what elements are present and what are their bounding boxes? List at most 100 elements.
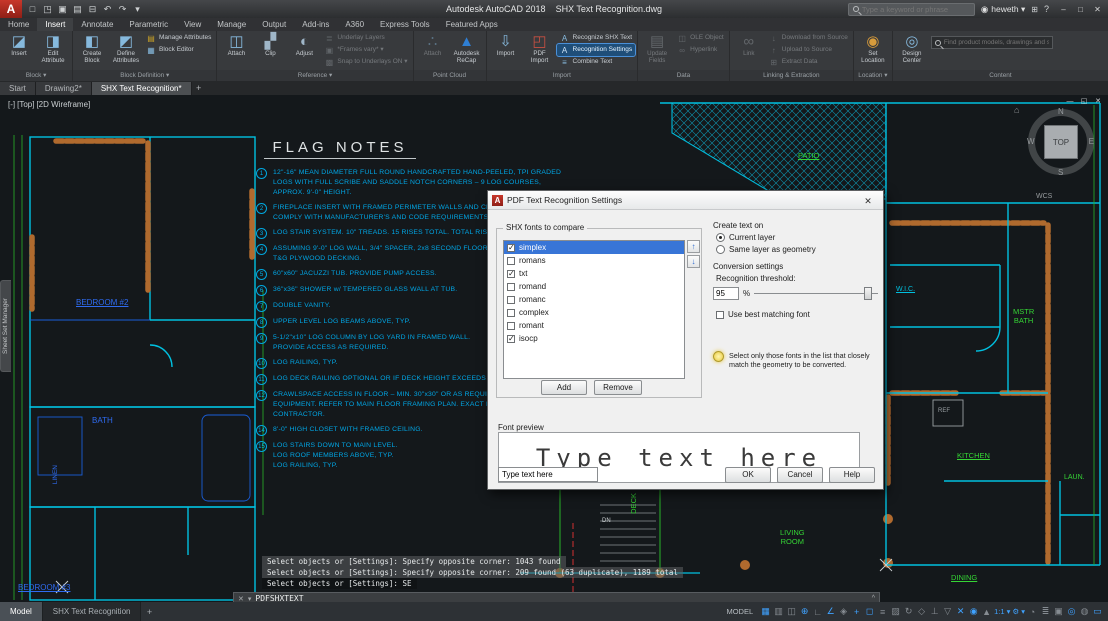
search-input[interactable]	[862, 5, 970, 14]
font-checkbox[interactable]	[507, 309, 515, 317]
frames-setting[interactable]: ▣ *Frames vary* ▾	[321, 44, 410, 56]
app-store-icon[interactable]: ⊞	[1031, 5, 1038, 14]
combine-text[interactable]: ≡ Combine Text	[557, 56, 636, 68]
qnew-icon[interactable]: □	[26, 4, 39, 14]
command-options-icon[interactable]: ▾	[248, 595, 252, 603]
snap-mode-icon[interactable]: ▥	[772, 606, 785, 617]
space-indicator[interactable]: MODEL	[726, 607, 753, 616]
panel-title-block-definition[interactable]: Block Definition ▾	[73, 70, 216, 81]
undo-icon[interactable]: ↶	[101, 4, 114, 15]
help-icon[interactable]: ?	[1044, 4, 1049, 14]
attach-reference[interactable]: ◫ Attach	[219, 32, 253, 70]
underlay-layers[interactable]: ≣ Underlay Layers	[321, 32, 410, 44]
a360-signin[interactable]: ◉ heweth ▾	[981, 4, 1025, 15]
move-down-button[interactable]: ↓	[687, 255, 700, 268]
viewport-visual-style-control[interactable]: [2D Wireframe]	[36, 100, 90, 109]
annotation-scale[interactable]: 1:1 ▾	[993, 607, 1011, 616]
font-list-item[interactable]: romanc	[504, 293, 684, 306]
minimize-drawing-icon[interactable]: —	[1064, 97, 1076, 106]
font-checkbox[interactable]	[507, 322, 515, 330]
link-data[interactable]: ∞ Link	[732, 32, 766, 70]
panel-title-import[interactable]: Import	[487, 70, 638, 81]
create-block[interactable]: ◧ Create Block	[75, 32, 109, 70]
ribbon-tab[interactable]: Home	[0, 18, 37, 31]
viewcube-home-icon[interactable]: ⌂	[1014, 105, 1019, 115]
extract-data[interactable]: ⊞ Extract Data	[766, 56, 851, 68]
font-checkbox[interactable]	[507, 257, 515, 265]
font-list-item[interactable]: romans	[504, 254, 684, 267]
radio-button[interactable]	[716, 233, 725, 242]
command-close-icon[interactable]: ✕	[238, 595, 244, 603]
panel-title-linking[interactable]: Linking & Extraction	[730, 70, 853, 81]
model-space-viewport[interactable]: [-][Top][2D Wireframe] —◱✕ TOP N S W E ⌂…	[0, 95, 1108, 602]
help-search-box[interactable]	[848, 3, 975, 16]
attach-point-cloud[interactable]: ∴ Attach	[416, 32, 450, 70]
best-match-checkbox[interactable]	[716, 311, 724, 319]
update-fields[interactable]: ▤ Update Fields	[640, 32, 674, 70]
font-checkbox[interactable]	[507, 296, 515, 304]
radio-current-layer[interactable]: Current layer	[716, 233, 878, 242]
panel-title-reference[interactable]: Reference ▾	[217, 70, 412, 81]
save-icon[interactable]: ▣	[56, 4, 69, 15]
annotation-visibility-icon[interactable]: ◉	[967, 606, 980, 617]
upload-to-source[interactable]: ↑ Upload to Source	[766, 44, 851, 56]
ribbon-tab[interactable]: Featured Apps	[438, 18, 506, 31]
autoscale-icon[interactable]: ▲	[980, 607, 993, 617]
new-drawing-tab-button[interactable]: +	[192, 82, 206, 95]
slider-handle[interactable]	[864, 287, 872, 300]
isometric-drafting-icon[interactable]: ◈	[837, 606, 850, 617]
ribbon-tab[interactable]: Parametric	[121, 18, 176, 31]
selection-filtering-icon[interactable]: ▽	[941, 606, 954, 617]
panel-title-data[interactable]: Data	[638, 70, 729, 81]
viewcube-east[interactable]: E	[1089, 137, 1094, 146]
layout-tab[interactable]: Model	[0, 602, 43, 621]
file-tab[interactable]: Start	[0, 82, 36, 95]
ribbon-tab[interactable]: View	[176, 18, 209, 31]
redo-icon[interactable]: ↷	[116, 4, 129, 15]
save-as-icon[interactable]: ▤	[71, 4, 84, 15]
sample-text-input[interactable]	[498, 467, 598, 482]
object-snap-tracking-icon[interactable]: +	[850, 607, 863, 617]
recognize-shx-text[interactable]: A Recognize SHX Text	[557, 32, 636, 44]
transparency-icon[interactable]: ▨	[889, 606, 902, 617]
font-list-item[interactable]: simplex	[504, 241, 684, 254]
ribbon-tab[interactable]: Insert	[37, 18, 73, 31]
restore-drawing-icon[interactable]: ◱	[1078, 97, 1090, 106]
download-from-source[interactable]: ↓ Download from Source	[766, 32, 851, 44]
define-attributes[interactable]: ◩ Define Attributes	[109, 32, 143, 70]
ribbon-tab[interactable]: Annotate	[73, 18, 121, 31]
ortho-mode-icon[interactable]: ∟	[811, 607, 824, 617]
font-checkbox[interactable]	[507, 244, 515, 252]
layout-tab[interactable]: SHX Text Recognition	[43, 602, 142, 621]
ribbon-tab[interactable]: Add-ins	[294, 18, 337, 31]
object-snap-icon[interactable]: ◻	[863, 606, 876, 617]
qat-dropdown-icon[interactable]: ▾	[131, 4, 144, 15]
polar-tracking-icon[interactable]: ∠	[824, 606, 837, 617]
autocad-logo[interactable]: A	[0, 0, 22, 18]
font-checkbox[interactable]	[507, 335, 515, 343]
clip-reference[interactable]: ▞ Clip	[253, 32, 287, 70]
open-icon[interactable]: ◳	[41, 4, 54, 15]
wcs-indicator[interactable]: WCS	[1036, 193, 1052, 200]
infer-constraints-icon[interactable]: ◫	[785, 606, 798, 617]
manage-attributes[interactable]: ▤ Manage Attributes	[143, 32, 214, 44]
file-tab[interactable]: SHX Text Recognition*	[92, 82, 192, 95]
command-input[interactable]: PDFSHXTEXT	[255, 594, 303, 602]
cancel-button[interactable]: Cancel	[777, 467, 823, 483]
file-tab[interactable]: Drawing2*	[36, 82, 92, 95]
clean-screen-icon[interactable]: ▭	[1091, 606, 1104, 617]
content-search-box[interactable]	[931, 36, 1053, 49]
pdf-import[interactable]: ◰ PDF Import	[523, 32, 557, 70]
selection-cycling-icon[interactable]: ↻	[902, 606, 915, 617]
font-list-item[interactable]: romand	[504, 280, 684, 293]
viewport-menu-control[interactable]: [-]	[8, 100, 15, 109]
panel-title-content[interactable]: Content	[893, 70, 1108, 81]
plot-icon[interactable]: ⊟	[86, 4, 99, 15]
quick-properties-icon[interactable]: ≣	[1039, 606, 1052, 617]
grid-icon[interactable]: ▦	[759, 606, 772, 617]
minimize-button[interactable]: –	[1055, 5, 1072, 14]
viewcube-north[interactable]: N	[1058, 107, 1064, 116]
font-checkbox[interactable]	[507, 270, 515, 278]
ribbon-tab[interactable]: Output	[254, 18, 294, 31]
command-line[interactable]: ✕ ▾ PDFSHXTEXT ^	[233, 592, 880, 602]
